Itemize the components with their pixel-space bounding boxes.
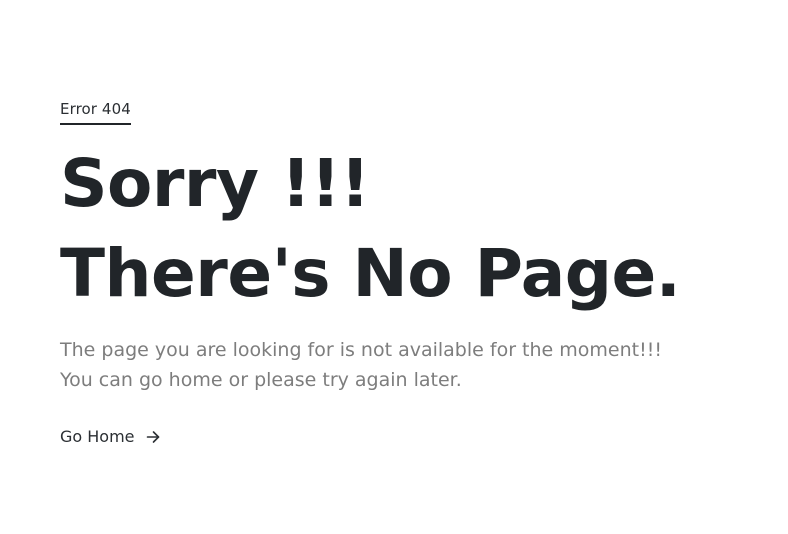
- go-home-label: Go Home: [60, 427, 135, 446]
- description-line-2: You can go home or please try again late…: [60, 369, 462, 391]
- description-line-1: The page you are looking for is not avai…: [60, 339, 662, 361]
- headline-line-2: There's No Page.: [60, 235, 681, 312]
- error-content: Error 404 Sorry !!! There's No Page. The…: [60, 98, 760, 449]
- error-page: Error 404 Sorry !!! There's No Page. The…: [0, 0, 788, 534]
- go-home-link[interactable]: Go Home: [60, 425, 161, 449]
- error-code-label: Error 404: [60, 98, 131, 125]
- error-description: The page you are looking for is not avai…: [60, 335, 760, 395]
- headline-line-1: Sorry !!!: [60, 145, 370, 222]
- arrow-right-icon: [145, 429, 161, 445]
- page-title: Sorry !!! There's No Page.: [60, 139, 760, 319]
